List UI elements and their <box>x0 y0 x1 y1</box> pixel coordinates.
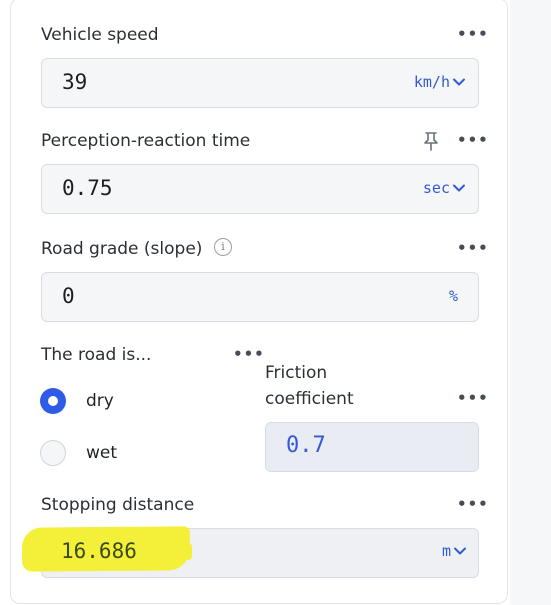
friction-coefficient-value: 0.7 <box>286 433 326 458</box>
vehicle-speed-unit: km/h <box>413 73 450 91</box>
road-dry-label[interactable]: dry <box>86 391 114 411</box>
vehicle-speed-label: Vehicle speed <box>41 25 159 45</box>
road-wet-label[interactable]: wet <box>86 443 117 463</box>
road-grade-value[interactable]: 0 <box>62 284 75 308</box>
perception-reaction-time-unit: sec <box>422 179 450 197</box>
friction-coefficient-more-icon[interactable]: ••• <box>457 391 489 406</box>
road-condition-label: The road is... <box>41 345 152 365</box>
perception-reaction-time-more-icon[interactable]: ••• <box>457 133 489 148</box>
friction-coefficient-field: 0.7 <box>265 422 479 472</box>
friction-coefficient-label-line2: coefficient <box>265 389 354 409</box>
stopping-distance-more-icon[interactable]: ••• <box>457 497 489 512</box>
road-condition-more-icon[interactable]: ••• <box>233 347 265 362</box>
chevron-down-icon <box>454 547 466 555</box>
friction-coefficient-label-line1: Friction <box>265 363 328 383</box>
stopping-distance-content: 16.686 m <box>41 528 479 578</box>
info-icon[interactable]: i <box>214 238 232 256</box>
perception-reaction-time-input[interactable]: 0.75 sec <box>41 164 479 214</box>
vehicle-speed-value[interactable]: 39 <box>62 70 87 94</box>
perception-reaction-time-label: Perception-reaction time <box>41 131 251 151</box>
road-grade-unit: % <box>448 287 458 305</box>
pin-icon[interactable] <box>423 131 439 151</box>
stopping-distance-label: Stopping distance <box>41 495 195 515</box>
stopping-distance-value: 16.686 <box>61 539 137 563</box>
perception-reaction-time-value[interactable]: 0.75 <box>62 176 113 200</box>
perception-reaction-time-unit-select[interactable]: sec <box>423 179 466 197</box>
road-grade-label: Road grade (slope) <box>41 239 203 259</box>
vehicle-speed-input[interactable]: 39 km/h <box>41 58 479 108</box>
chevron-down-icon <box>453 184 465 192</box>
vehicle-speed-unit-select[interactable]: km/h <box>414 73 466 91</box>
road-grade-more-icon[interactable]: ••• <box>457 241 489 256</box>
road-dry-radio[interactable] <box>40 388 66 414</box>
road-wet-radio[interactable] <box>40 440 66 466</box>
stopping-distance-unit-select[interactable]: m <box>442 542 467 560</box>
stopping-distance-unit: m <box>441 542 451 560</box>
vehicle-speed-more-icon[interactable]: ••• <box>457 27 489 42</box>
page-background-right <box>510 0 551 605</box>
chevron-down-icon <box>453 78 465 86</box>
road-grade-input[interactable]: 0 % <box>41 272 479 322</box>
